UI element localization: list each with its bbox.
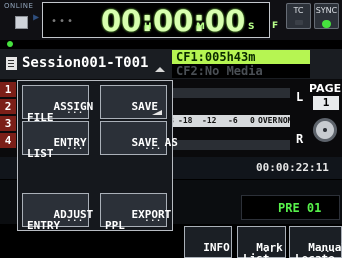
- session-name[interactable]: Session001-T001: [22, 55, 148, 71]
- media-status: CF1:005h43m CF2:No Media: [172, 50, 310, 78]
- pre-value: PRE 01: [278, 201, 322, 215]
- mark-list-button[interactable]: Mark List ...: [237, 226, 286, 258]
- assign-file-ellipsis: ...: [66, 106, 84, 115]
- channel-1[interactable]: 1: [0, 82, 16, 97]
- elapsed-time: 00:00:22:11: [256, 161, 329, 174]
- scale-over: OVER: [258, 116, 278, 125]
- mark-list-ellipsis: ...: [263, 245, 281, 254]
- left-channel-label: L: [296, 90, 304, 104]
- timecode-dots: •••: [51, 16, 76, 27]
- info-button-label: INFO: [203, 241, 230, 254]
- page-label: PAGE: [309, 82, 342, 95]
- timecode-display: ••• 00:00:00 H M S: [42, 2, 270, 38]
- tc-button[interactable]: TC: [286, 3, 311, 29]
- enter-icon: [152, 110, 162, 115]
- scale-nom: NOM: [278, 116, 290, 125]
- entry-list-ellipsis: ...: [66, 142, 84, 151]
- manual-locate-button[interactable]: Manual Locate ...: [289, 226, 342, 258]
- page-number[interactable]: 1: [313, 96, 339, 110]
- scale-minus18: -18: [178, 116, 193, 125]
- online-label: ONLINE: [4, 2, 34, 10]
- adjust-entry-button[interactable]: ADJUST ENTRY ...: [22, 193, 93, 231]
- right-channel-label: R: [296, 132, 304, 146]
- save-button[interactable]: SAVE: [100, 85, 167, 119]
- export-ppl-button[interactable]: EXPORT PPL ...: [100, 193, 171, 231]
- transport-bar: ONLINE ▲ ••• 00:00:00 H M S F TC SYNC: [0, 0, 342, 40]
- cf1-status: CF1:005h43m: [172, 50, 310, 64]
- session-menu: ASSIGN FILE ... SAVE ENTRY LIST ... SAVE…: [17, 80, 178, 231]
- channel-4[interactable]: 4: [0, 133, 16, 148]
- scale-0: 0: [250, 116, 255, 125]
- save-as-ellipsis: ...: [144, 142, 162, 151]
- data-knob-icon[interactable]: [313, 118, 337, 142]
- sync-led-icon: [322, 20, 331, 28]
- scale-minus6: -6: [228, 116, 238, 125]
- entry-list-button[interactable]: ENTRY LIST ...: [22, 121, 89, 159]
- meter-left: [172, 88, 290, 98]
- channel-3[interactable]: 3: [0, 116, 16, 131]
- meter-scale: dB -18 -12 -6 0 OVER NOM: [172, 115, 290, 127]
- info-button[interactable]: INFO: [184, 226, 232, 258]
- frame-unit: F: [272, 21, 279, 31]
- caret-up-icon: [155, 67, 165, 72]
- sync-button-label: SYNC: [315, 6, 338, 15]
- second-unit: S: [248, 22, 255, 32]
- scale-minus12: -12: [202, 116, 217, 125]
- transport-state-icon: ▲: [30, 14, 42, 21]
- minute-unit: M: [196, 22, 205, 32]
- stop-button[interactable]: [15, 16, 28, 29]
- pre-display: PRE 01: [241, 195, 340, 220]
- adjust-entry-ellipsis: ...: [66, 214, 84, 223]
- channel-2[interactable]: 2: [0, 99, 16, 114]
- sync-button[interactable]: SYNC: [314, 3, 339, 29]
- export-ppl-ellipsis: ...: [144, 214, 162, 223]
- timecode-digits: 00:00:00: [101, 4, 246, 38]
- assign-file-button[interactable]: ASSIGN FILE ...: [22, 85, 93, 123]
- save-as-button[interactable]: SAVE AS ...: [100, 121, 178, 155]
- session-bar: Session001-T001 CF1:005h43m CF2:No Media: [0, 49, 342, 79]
- meter-right: [172, 140, 290, 150]
- tc-button-label: TC: [293, 6, 304, 15]
- tc-led-icon: [294, 20, 303, 25]
- hour-unit: H: [144, 22, 152, 32]
- document-icon: [6, 57, 17, 70]
- cf2-status: CF2:No Media: [176, 64, 263, 78]
- manual-locate-ellipsis: ...: [319, 245, 337, 254]
- status-led-icon: [7, 41, 13, 47]
